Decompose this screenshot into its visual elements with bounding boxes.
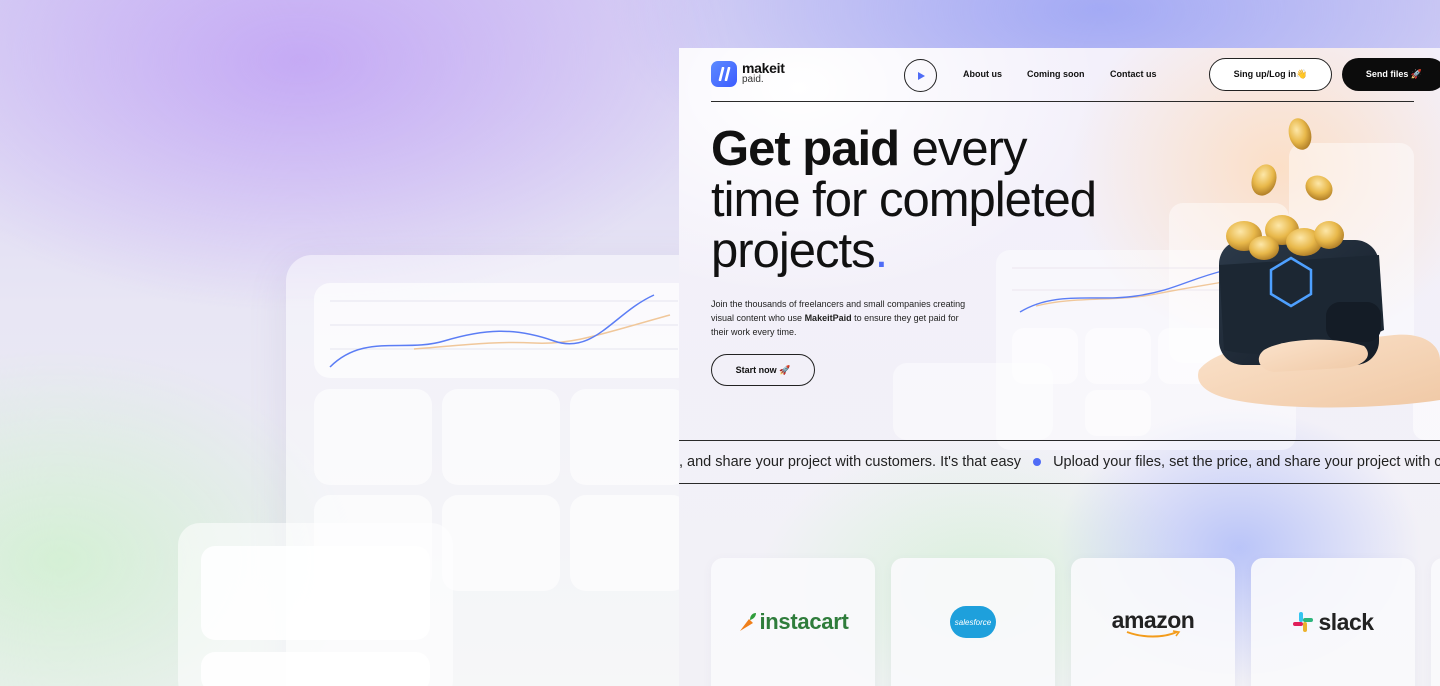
- marquee-text: Upload your files, set the price, and sh…: [1053, 454, 1440, 470]
- logo-mark-icon: [711, 61, 737, 87]
- play-icon: [917, 71, 925, 80]
- background-tile: [201, 546, 430, 640]
- brand-name-slack: slack: [1318, 608, 1374, 635]
- brand-name-salesforce: salesforce: [954, 617, 992, 627]
- website-window: makeit paid. About us Coming soon Contac…: [679, 48, 1440, 686]
- marquee-text: , and share your project with customers.…: [679, 454, 1022, 470]
- logo-name: makeit: [742, 60, 785, 76]
- signup-login-button[interactable]: Sing up/Log in👋: [1209, 58, 1332, 91]
- hero-title-line2: time for completed: [711, 173, 1097, 227]
- marquee-track: , and share your project with customers.…: [679, 454, 1440, 470]
- decorative-card: [893, 363, 1053, 440]
- background-tile: [314, 389, 432, 485]
- brand-card-partial: [1431, 558, 1440, 686]
- carrot-icon: [740, 613, 757, 631]
- send-files-button[interactable]: Send files 🚀: [1342, 58, 1440, 91]
- brand-card-slack: slack: [1251, 558, 1415, 686]
- play-video-button[interactable]: [904, 59, 937, 92]
- background-tile: [442, 389, 560, 485]
- salesforce-cloud-icon: salesforce: [950, 606, 996, 638]
- hero-title: Get paid every time for completed projec…: [711, 124, 1181, 277]
- background-tile: [570, 495, 688, 591]
- hero-title-dot: .: [874, 224, 889, 278]
- hero-title-bold: Get paid: [711, 122, 900, 176]
- hero-description: Join the thousands of freelancers and sm…: [711, 297, 971, 339]
- start-now-button[interactable]: Start now 🚀: [711, 354, 815, 386]
- background-tile: [570, 389, 688, 485]
- brand-card-amazon: amazon: [1071, 558, 1235, 686]
- decorative-tile: [1085, 390, 1151, 436]
- background-chart-card: [314, 283, 694, 378]
- background-tile: [442, 495, 560, 591]
- top-navbar: makeit paid. About us Coming soon Contac…: [711, 48, 1440, 102]
- nav-link-coming-soon[interactable]: Coming soon: [1027, 69, 1085, 79]
- decorative-tile: [1085, 328, 1151, 384]
- brand-card-salesforce: salesforce: [891, 558, 1055, 686]
- marquee-dot-icon: [1033, 458, 1042, 466]
- amazon-smile-icon: [1126, 629, 1181, 637]
- hero-title-rest: every: [899, 122, 1028, 176]
- background-line-chart: [329, 294, 678, 368]
- nav-link-contact[interactable]: Contact us: [1110, 69, 1157, 79]
- brand-card-instacart: instacart: [711, 558, 875, 686]
- brand-logo[interactable]: makeit paid.: [711, 61, 785, 87]
- brand-name-instacart: instacart: [759, 609, 849, 634]
- marquee-banner: , and share your project with customers.…: [679, 440, 1440, 484]
- nav-link-about[interactable]: About us: [963, 69, 1002, 79]
- hero-title-line3: projects: [711, 224, 876, 278]
- background-tile: [201, 652, 430, 686]
- hero-desc-brand: MakeitPaid: [804, 313, 852, 323]
- slack-hash-icon: [1293, 612, 1314, 632]
- wallet-coins-illustration: [1198, 118, 1440, 408]
